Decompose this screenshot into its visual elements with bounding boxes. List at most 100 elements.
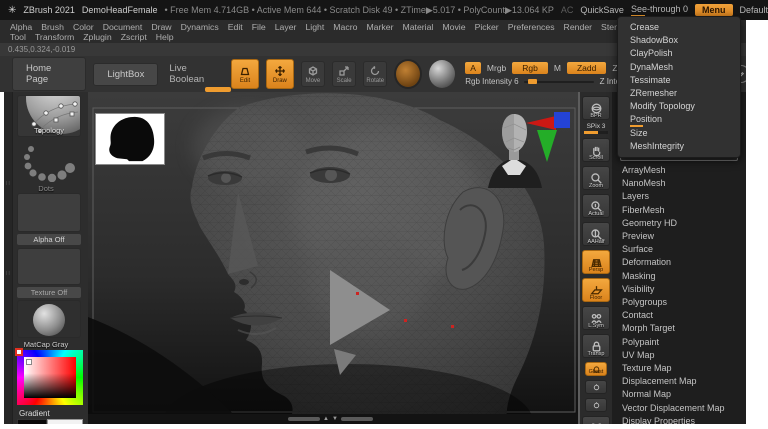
texture-off-label[interactable]: Texture Off <box>17 287 81 298</box>
menu-item[interactable]: Edit <box>228 22 243 32</box>
rgb-intensity-track[interactable] <box>523 78 594 84</box>
stroke-type-thumbnail[interactable] <box>21 142 77 182</box>
menu-item[interactable]: Macro <box>333 22 357 32</box>
see-through-slider[interactable]: See-through 0 <box>630 4 688 17</box>
perspective-button[interactable]: Persp <box>582 250 610 274</box>
color-picker-cursor[interactable] <box>26 359 32 365</box>
tool-subpalette-item[interactable]: Morph Target <box>612 322 744 335</box>
menu-item[interactable]: Layer <box>275 22 297 32</box>
dropdown-menu-item[interactable]: ZRemesher <box>618 87 740 100</box>
rgb-intensity-slider[interactable]: Rgb Intensity 6 <box>465 77 594 86</box>
tool-subpalette-item[interactable]: Deformation <box>612 256 744 269</box>
tool-subpalette-item[interactable]: Contact <box>612 309 744 322</box>
edit-mode-button[interactable]: Edit <box>231 59 259 89</box>
zoom-button[interactable]: Zoom <box>582 166 610 190</box>
tool-subpalette-item[interactable]: Texture Map <box>612 362 744 375</box>
alpha-off-label[interactable]: Alpha Off <box>17 234 81 245</box>
menu-item[interactable]: Draw <box>151 22 171 32</box>
menu-item[interactable]: File <box>252 22 266 32</box>
aahalf-button[interactable]: AAHalf <box>582 222 610 246</box>
dropdown-menu-item[interactable]: Size <box>618 127 740 140</box>
tool-subpalette-item[interactable]: Displacement Map <box>612 375 744 388</box>
scrollbar-right-track[interactable] <box>340 417 373 421</box>
tool-subpalette-item[interactable]: Polypaint <box>612 336 744 349</box>
menu-item[interactable]: Zscript <box>121 32 147 42</box>
dynamic-view-button[interactable] <box>585 398 607 412</box>
tool-subpalette-item[interactable]: UV Map <box>612 349 744 362</box>
document-name[interactable]: DemoHeadFemale <box>82 5 158 15</box>
tool-subpalette-item[interactable]: Preview <box>612 230 744 243</box>
menu-item[interactable]: Transform <box>35 32 74 42</box>
menu-item[interactable]: Movie <box>442 22 465 32</box>
menu-item[interactable]: Dynamics <box>181 22 219 32</box>
menu-button[interactable]: Menu <box>695 4 733 16</box>
x-axis-arrow[interactable] <box>526 116 556 130</box>
menu-item[interactable]: Zplugin <box>83 32 112 42</box>
actual-size-button[interactable]: Actual <box>582 194 610 218</box>
default-zscript-button[interactable]: DefaultZScript <box>740 5 768 15</box>
tool-subpalette-item[interactable]: Vector Displacement Map <box>612 402 744 415</box>
menu-item[interactable]: Tool <box>10 32 26 42</box>
tool-subpalette-item[interactable]: Normal Map <box>612 388 744 401</box>
bpr-render-button[interactable]: BPR <box>582 96 610 120</box>
tool-subpalette-item[interactable]: FiberMesh <box>612 204 744 217</box>
color-picker[interactable] <box>15 348 83 405</box>
tool-subpalette-item[interactable]: Geometry HD <box>612 217 744 230</box>
home-page-button[interactable]: Home Page <box>12 57 87 91</box>
transparency-button[interactable]: Transp <box>582 334 610 358</box>
solo-button[interactable] <box>585 380 607 394</box>
scale-mode-button[interactable]: Scale <box>332 61 357 87</box>
scrollbar-left-track[interactable] <box>288 417 320 421</box>
lightbox-pull-handle[interactable] <box>205 87 231 92</box>
floor-button[interactable]: Floor <box>582 278 610 302</box>
tool-subpalette-item[interactable]: Layers <box>612 190 744 203</box>
menu-item[interactable]: Picker <box>475 22 499 32</box>
menu-item[interactable]: Color <box>73 22 94 32</box>
dropdown-menu-item[interactable]: ClayPolish <box>618 47 740 60</box>
left-tray-divider[interactable]: ∷ ∷ <box>4 92 13 424</box>
local-symmetry-button[interactable]: L.Sym <box>582 306 610 330</box>
alpha-thumbnail[interactable] <box>17 193 81 232</box>
document-viewport[interactable]: ▲ ▼ <box>88 92 578 424</box>
menu-item[interactable]: Light <box>305 22 324 32</box>
scroll-button[interactable]: Scroll <box>582 138 610 162</box>
dropdown-menu-item[interactable]: ShadowBox <box>618 34 740 47</box>
current-brush-thumbnail[interactable]: Topology <box>17 95 81 137</box>
z-axis-handle[interactable] <box>554 112 570 128</box>
anti-aliasing-button[interactable]: A <box>465 62 481 74</box>
canvas-horizontal-scrollbar[interactable]: ▲ ▼ <box>88 414 578 424</box>
tool-subpalette-item[interactable]: NanoMesh <box>612 177 744 190</box>
move-mode-button[interactable]: Move <box>300 61 326 87</box>
menu-item[interactable]: Preferences <box>508 22 555 32</box>
rgb-toggle[interactable]: Rgb <box>512 62 548 74</box>
menu-item[interactable]: Help <box>156 32 174 42</box>
tool-subpalette-item[interactable]: Masking <box>612 270 744 283</box>
menu-item[interactable]: Render <box>564 22 593 32</box>
dropdown-menu-item[interactable]: DynaMesh <box>618 61 740 74</box>
dropdown-menu-item[interactable]: Modify Topology <box>618 100 740 113</box>
mrgb-toggle[interactable]: Mrgb <box>487 63 506 73</box>
menu-item[interactable]: Alpha <box>10 22 32 32</box>
axis-gizmo[interactable] <box>520 106 576 168</box>
scroll-down-icon[interactable]: ▼ <box>332 416 338 422</box>
current-material-sphere[interactable] <box>429 60 456 88</box>
color-picker-sv-square[interactable] <box>24 357 76 398</box>
rgb-intensity-handle[interactable] <box>527 78 537 84</box>
frame-button[interactable]: Frame <box>582 416 610 424</box>
tool-subpalette-item[interactable]: Surface <box>612 243 744 256</box>
menu-item[interactable]: Material <box>402 22 433 32</box>
menu-item[interactable]: Marker <box>366 22 393 32</box>
quicksave-button[interactable]: QuickSave <box>580 5 624 15</box>
spix-track[interactable] <box>584 131 608 134</box>
head-silhouette-thumbnail[interactable] <box>95 113 165 165</box>
texture-thumbnail[interactable] <box>17 248 81 285</box>
dropdown-menu-item[interactable]: Crease <box>618 21 740 34</box>
draw-mode-button[interactable]: Draw <box>265 59 294 89</box>
tool-subpalette-item[interactable]: Polygroups <box>612 296 744 309</box>
y-axis-arrow[interactable] <box>537 130 557 162</box>
rotate-mode-button[interactable]: Rotate <box>363 61 388 87</box>
ghost-button[interactable]: Ghost <box>585 362 607 376</box>
spix-slider[interactable]: SPix 3 <box>582 123 610 134</box>
lightbox-button[interactable]: LightBox <box>93 62 159 86</box>
live-boolean-toggle[interactable]: Live Boolean <box>169 63 220 85</box>
